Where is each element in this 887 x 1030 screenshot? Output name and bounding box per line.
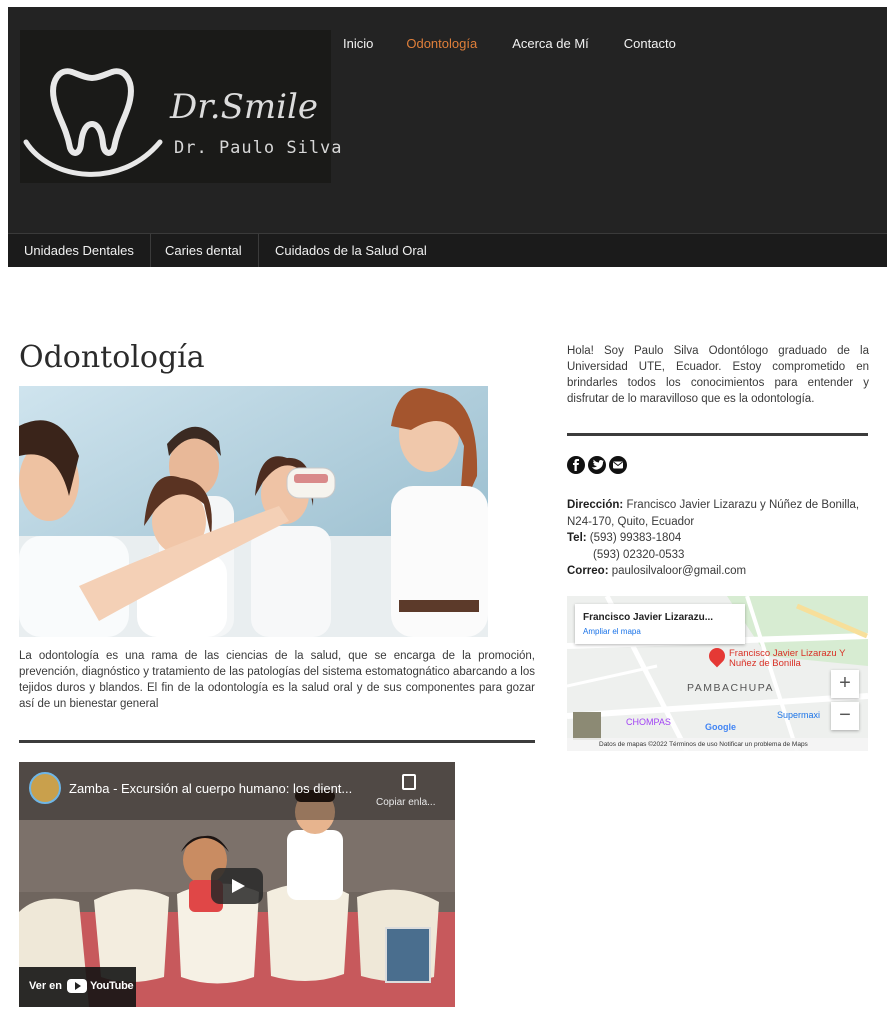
zoom-in-button[interactable]: + — [831, 670, 859, 698]
logo-name: Dr. Paulo Silva — [174, 138, 343, 158]
email-row: Correo: paulosilvaloor@gmail.com — [567, 563, 867, 580]
intro-text: La odontología es una rama de las cienci… — [19, 650, 535, 710]
tel-value-2[interactable]: (593) 02320-0533 — [593, 549, 684, 561]
email-value[interactable]: paulosilvaloor@gmail.com — [612, 565, 746, 577]
tooth-icon: Dr.Smile — [23, 68, 318, 177]
sign-language-inset — [385, 927, 431, 983]
facebook-icon[interactable] — [567, 456, 585, 474]
tel-row: Tel: (593) 99383-1804 — [567, 530, 867, 547]
video-title[interactable]: Zamba - Excursión al cuerpo humano: los … — [69, 781, 352, 796]
map-place-card: Francisco Javier Lizarazu... Ampliar el … — [575, 604, 745, 644]
about-text: Hola! Soy Paulo Silva Odontólogo graduad… — [567, 345, 869, 405]
youtube-icon — [67, 979, 87, 993]
hero-image — [19, 386, 488, 637]
sub-nav: Unidades Dentales Caries dental Cuidados… — [8, 233, 887, 267]
copy-link-icon[interactable] — [402, 774, 416, 790]
main-nav: Inicio Odontología Acerca de Mí Contacto — [343, 36, 676, 51]
map-footer[interactable]: Datos de mapas ©2022 Términos de uso Not… — [567, 738, 868, 751]
site-header: Dr.Smile Dr. Paulo Silva Inicio Odontolo… — [8, 7, 887, 233]
contact-info: Dirección: Francisco Javier Lizarazu y N… — [567, 497, 867, 580]
copy-link-label[interactable]: Copiar enla... — [376, 797, 435, 808]
map-area-label: PAMBACHUPA — [687, 682, 774, 694]
tel-value-1[interactable]: (593) 99383-1804 — [590, 532, 681, 544]
map-card-title: Francisco Javier Lizarazu... — [583, 612, 714, 623]
nav-odontologia[interactable]: Odontología — [406, 36, 477, 51]
address-label: Dirección: — [567, 499, 624, 511]
social-links — [567, 456, 627, 474]
play-button[interactable] — [211, 868, 263, 904]
subnav-cuidados-salud-oral[interactable]: Cuidados de la Salud Oral — [259, 234, 443, 267]
twitter-icon[interactable] — [588, 456, 606, 474]
youtube-embed[interactable]: Zamba - Excursión al cuerpo humano: los … — [19, 762, 455, 1007]
email-label: Correo: — [567, 565, 609, 577]
watch-on-label: Ver en — [29, 980, 63, 992]
map-pin-label: Francisco Javier Lizarazu Y Nuñez de Bon… — [729, 648, 846, 669]
address-row: Dirección: Francisco Javier Lizarazu y N… — [567, 497, 867, 530]
subnav-unidades-dentales[interactable]: Unidades Dentales — [8, 234, 151, 267]
channel-avatar[interactable] — [29, 772, 61, 804]
nav-inicio[interactable]: Inicio — [343, 36, 373, 51]
email-icon[interactable] — [609, 456, 627, 474]
nav-acerca-de-mi[interactable]: Acerca de Mí — [512, 36, 589, 51]
watch-on-youtube-button[interactable]: Ver en YouTube — [19, 967, 136, 1007]
page-title: Odontología — [19, 340, 205, 375]
tel-row-2: (593) 02320-0533 — [567, 547, 867, 564]
tel-label: Tel: — [567, 532, 587, 544]
logo-script: Dr.Smile — [169, 87, 318, 127]
google-map[interactable]: Francisco Javier Lizarazu... Ampliar el … — [567, 596, 868, 751]
sidebar-divider — [567, 433, 868, 436]
map-place-label: CHOMPAS — [626, 717, 671, 727]
google-logo: Google — [705, 722, 736, 732]
divider — [19, 740, 535, 743]
youtube-wordmark: YouTube — [90, 980, 134, 992]
logo[interactable]: Dr.Smile Dr. Paulo Silva — [20, 30, 342, 183]
nav-contacto[interactable]: Contacto — [624, 36, 676, 51]
map-place-label-2: Supermaxi — [777, 710, 821, 720]
zoom-out-button[interactable]: − — [831, 702, 859, 730]
subnav-caries-dental[interactable]: Caries dental — [151, 234, 259, 267]
enlarge-map-link[interactable]: Ampliar el mapa — [583, 627, 641, 636]
